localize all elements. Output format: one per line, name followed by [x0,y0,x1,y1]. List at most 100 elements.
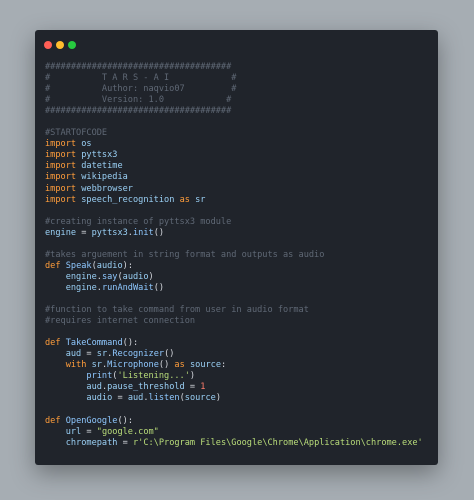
code-token: OpenGoogle [65,415,118,426]
code-token: pyttsx3 [81,150,118,161]
code-token: import [45,150,77,161]
code-token: # Author: naqvio07 # [45,84,237,95]
code-token: import [45,183,77,194]
code-token: source [189,360,222,371]
code-token: #################################### [45,106,232,117]
code-token: sr [91,360,102,371]
code-line: import pyttsx3 [45,150,434,161]
code-token: url [65,426,82,437]
code-token: ) [189,371,196,382]
code-token: as [174,360,185,371]
code-token: = [81,426,97,437]
code-token: audio [122,271,149,282]
code-token: Microphone [107,360,159,371]
code-token: 1 [200,382,206,393]
code-token: aud [86,382,102,393]
code-token: say [101,271,118,282]
code-token: runAndWait [101,282,154,293]
code-line: audio = aud.listen(source) [45,393,434,404]
code-token: () [158,360,175,371]
code-line: engine = pyttsx3.init() [45,228,434,239]
code-token: #creating instance of pyttsx3 module [45,216,232,227]
code-token: = [81,349,97,360]
code-token: print [86,371,113,382]
code-line: #STARTOFCODE [45,128,434,139]
code-token: ) [215,393,221,404]
code-token: aud [65,349,82,360]
code-token: = [184,382,201,393]
code-token: pause_threshold [107,382,185,393]
minimize-button[interactable] [56,41,64,49]
code-token: Recognizer [112,349,165,360]
code-token: source [184,393,216,404]
code-line: def Speak(audio): [45,261,434,272]
code-token: audio [96,260,123,271]
code-token: import [45,194,77,205]
code-token: as [179,194,190,205]
code-token: audio [86,393,113,404]
code-line: def OpenGoogle(): [45,416,434,427]
code-line: print('Listening...') [45,371,434,382]
code-line: #function to take command from user in a… [45,305,434,316]
code-token: engine [65,282,97,293]
code-token: (): [117,415,133,426]
code-token: = [112,393,128,404]
code-line: import wikipedia [45,172,434,183]
code-token: listen [148,393,180,404]
code-token: engine [65,271,97,282]
code-token: () [164,349,175,360]
code-line: #creating instance of pyttsx3 module [45,217,434,228]
code-token: () [153,227,165,238]
code-line: engine.say(audio) [45,272,434,283]
code-token: chromepath [65,437,118,448]
code-token: import [45,161,77,172]
code-token: : [221,360,227,371]
code-token: speech_recognition [81,194,175,205]
code-token: ) [148,271,154,282]
window-controls [44,41,76,49]
code-token: pyttsx3 [91,227,128,238]
code-token: #################################### [45,62,232,72]
code-token: sr [96,349,108,360]
code-line: #################################### [45,62,434,73]
code-token: # T A R S - A I # [45,73,237,84]
code-token: def [45,260,61,271]
code-token: engine [45,227,77,238]
code-token: #STARTOFCODE [45,128,108,139]
code-line: with sr.Microphone() as source: [45,360,434,371]
close-button[interactable] [44,41,52,49]
code-token: Speak [65,260,92,271]
code-token: with [65,360,87,371]
code-token: 'Listening...' [117,371,190,382]
code-token: # Version: 1.0 # [45,95,232,106]
code-token: "google.com" [96,426,159,437]
code-line: chromepath = r'C:\Program Files\Google\C… [45,438,434,449]
code-token: () [153,282,165,293]
code-token: #takes arguement in string format and ou… [45,249,325,260]
code-token: wikipedia [81,172,128,183]
code-token: datetime [81,161,123,172]
code-token: ): [122,260,134,271]
maximize-button[interactable] [68,41,76,49]
code-line: # T A R S - A I # [45,73,434,84]
code-token: TakeCommand [65,338,123,349]
code-token: def [45,338,61,349]
code-line: # Version: 1.0 # [45,95,434,106]
code-line: import webbrowser [45,184,434,195]
code-line: import os [45,139,434,150]
code-token: #function to take command from user in a… [45,305,309,316]
code-editor[interactable]: #################################### # T … [45,62,434,449]
code-line: #################################### [45,106,434,117]
code-token: init [132,227,154,238]
code-token: import [45,172,77,183]
code-line: #requires internet connection [45,316,434,327]
